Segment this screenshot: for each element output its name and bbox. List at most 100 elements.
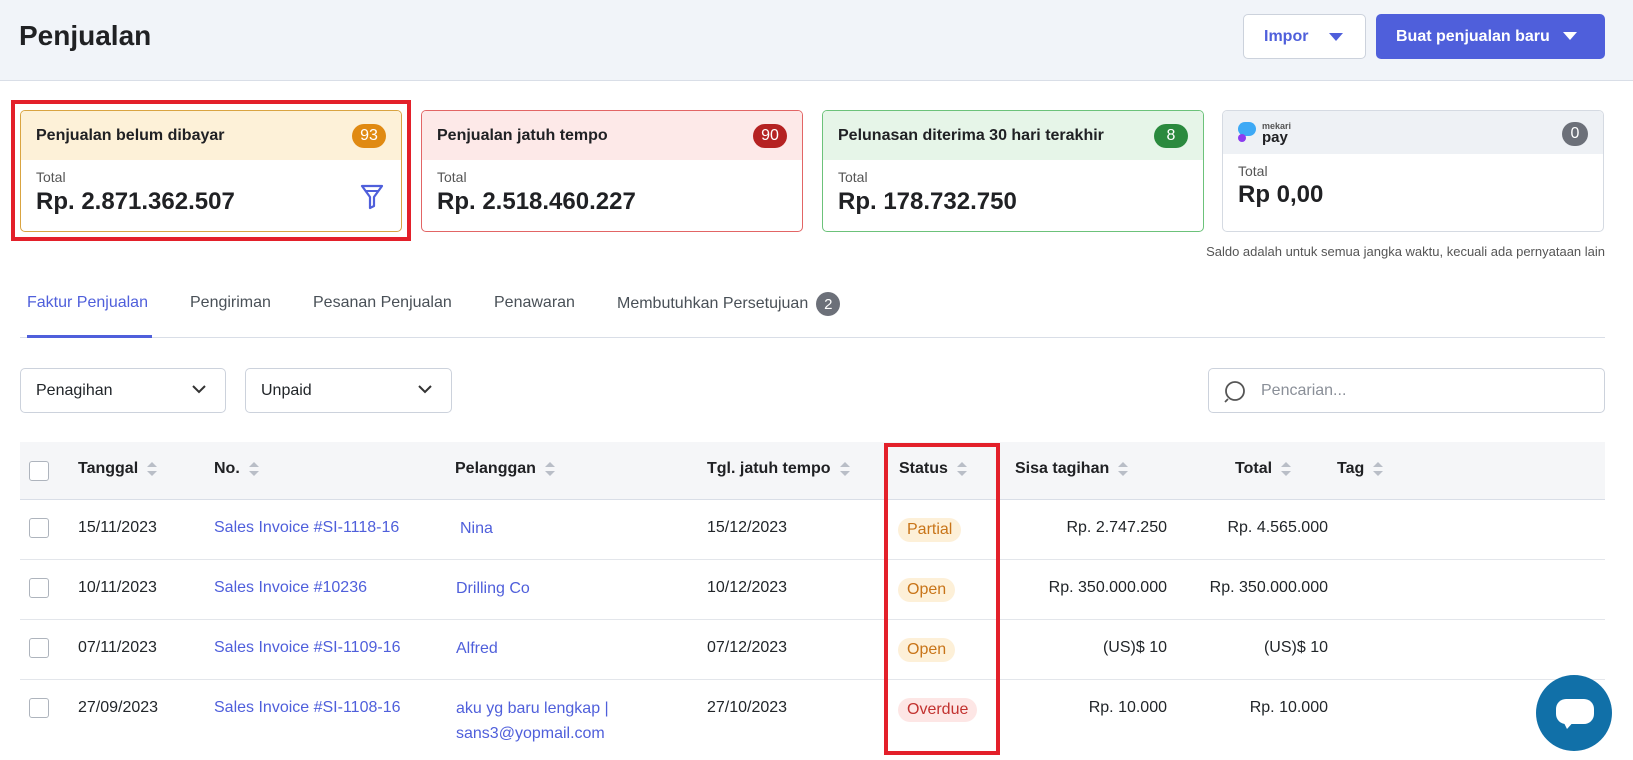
column-header-customer[interactable]: Pelanggan (455, 460, 555, 478)
card-total-label: Total (437, 169, 467, 185)
table-row[interactable]: 07/11/2023 Sales Invoice #SI-1109-16 Alf… (20, 620, 1605, 680)
sort-icon (839, 461, 850, 477)
sort-icon (1373, 461, 1384, 477)
table-header: Tanggal No. Pelanggan Tgl. jatuh tempo S… (20, 442, 1605, 500)
card-count-badge: 8 (1154, 124, 1188, 148)
card-count-badge: 0 (1562, 122, 1588, 146)
tab-quotation[interactable]: Penawaran (494, 294, 575, 312)
chat-button[interactable] (1536, 675, 1612, 751)
column-header-date[interactable]: Tanggal (78, 460, 158, 478)
tab-shipping[interactable]: Pengiriman (190, 294, 271, 312)
row-total: Rp. 10.000 (1249, 699, 1328, 716)
type-filter-select[interactable]: Penagihan (20, 368, 226, 413)
status-filter-select[interactable]: Unpaid (245, 368, 452, 413)
summary-card-mekari-pay[interactable]: mekari pay 0 Total Rp 0,00 (1222, 110, 1604, 232)
caret-down-icon (1329, 33, 1343, 41)
row-due-date: 15/12/2023 (707, 519, 788, 536)
card-title: Penjualan jatuh tempo (437, 126, 608, 144)
new-sale-button-label: Buat penjualan baru (1396, 27, 1550, 45)
row-balance: Rp. 350.000.000 (1048, 579, 1167, 596)
card-total-label: Total (36, 169, 66, 185)
row-balance: Rp. 10.000 (1088, 699, 1167, 716)
card-total-label: Total (1238, 163, 1268, 179)
row-due-date: 10/12/2023 (707, 579, 788, 596)
row-customer-link[interactable]: Nina (460, 520, 493, 538)
import-button[interactable]: Impor (1243, 14, 1366, 59)
row-invoice-link[interactable]: Sales Invoice #SI-1109-16 (214, 639, 400, 657)
card-total-value: Rp. 2.871.362.507 (36, 188, 235, 215)
row-checkbox[interactable] (29, 698, 49, 718)
row-due-date: 27/10/2023 (707, 699, 788, 716)
tab-needs-approval-label: Membutuhkan Persetujuan (617, 295, 809, 313)
mekari-logo-icon (1238, 122, 1258, 144)
row-balance: Rp. 2.747.250 (1066, 519, 1167, 536)
summary-card-due[interactable]: Penjualan jatuh tempo 90 Total Rp. 2.518… (421, 110, 803, 232)
row-date: 10/11/2023 (78, 579, 157, 596)
status-badge: Partial (898, 518, 962, 542)
sort-icon (1281, 461, 1292, 477)
page-title: Penjualan (19, 20, 152, 51)
import-button-label: Impor (1264, 27, 1309, 45)
row-invoice-link[interactable]: Sales Invoice #SI-1118-16 (214, 519, 399, 537)
row-date: 07/11/2023 (78, 639, 157, 656)
select-all-checkbox[interactable] (29, 461, 49, 481)
row-checkbox[interactable] (29, 578, 49, 598)
balance-note: Saldo adalah untuk semua jangka waktu, k… (1206, 244, 1605, 259)
card-total-value: Rp. 2.518.460.227 (437, 188, 636, 215)
mekari-pay-logo: mekari pay (1238, 121, 1291, 145)
table-row[interactable]: 27/09/2023 Sales Invoice #SI-1108-16 aku… (20, 680, 1605, 760)
status-badge: Open (898, 578, 956, 602)
type-filter-value: Penagihan (36, 381, 113, 399)
column-header-total[interactable]: Total (1235, 460, 1292, 478)
tab-needs-approval[interactable]: Membutuhkan Persetujuan 2 (617, 292, 841, 316)
row-checkbox[interactable] (29, 638, 49, 658)
search-input[interactable] (1261, 379, 1591, 403)
tab-bar: Faktur Penjualan Pengiriman Pesanan Penj… (20, 286, 1605, 338)
row-customer-email-link[interactable]: sans3@yopmail.com (456, 725, 605, 743)
row-total: Rp. 4.565.000 (1227, 519, 1328, 536)
column-header-status[interactable]: Status (899, 460, 967, 478)
row-balance: (US)$ 10 (1102, 639, 1167, 656)
caret-down-icon (1563, 32, 1577, 40)
row-customer-link[interactable]: Alfred (456, 640, 498, 658)
approval-count-badge: 2 (816, 292, 841, 316)
table-row[interactable]: 10/11/2023 Sales Invoice #10236 Drilling… (20, 560, 1605, 620)
sort-icon (248, 461, 259, 477)
sort-icon (544, 461, 555, 477)
card-count-badge: 90 (753, 124, 787, 148)
tab-sales-invoice[interactable]: Faktur Penjualan (27, 294, 148, 312)
chevron-down-icon (418, 385, 432, 394)
table-row[interactable]: 15/11/2023 Sales Invoice #SI-1118-16 Nin… (20, 500, 1605, 560)
row-customer-link[interactable]: aku yg baru lengkap | (456, 700, 609, 718)
search-icon (1224, 381, 1245, 403)
summary-card-unpaid[interactable]: Penjualan belum dibayar 93 Total Rp. 2.8… (20, 110, 402, 232)
sort-icon (956, 461, 967, 477)
column-header-due-date[interactable]: Tgl. jatuh tempo (707, 460, 850, 478)
tab-sales-order[interactable]: Pesanan Penjualan (313, 294, 452, 312)
chevron-down-icon (192, 385, 206, 394)
status-filter-value: Unpaid (261, 381, 312, 399)
active-tab-indicator (27, 335, 152, 338)
row-due-date: 07/12/2023 (707, 639, 788, 656)
mekari-logo-big-text: pay (1262, 129, 1288, 146)
row-customer-link[interactable]: Drilling Co (456, 580, 530, 598)
summary-card-payments-received[interactable]: Pelunasan diterima 30 hari terakhir 8 To… (822, 110, 1204, 232)
row-invoice-link[interactable]: Sales Invoice #10236 (214, 579, 367, 597)
sort-icon (147, 461, 158, 477)
card-title: Pelunasan diterima 30 hari terakhir (838, 126, 1104, 144)
card-total-value: Rp 0,00 (1238, 181, 1324, 208)
row-invoice-link[interactable]: Sales Invoice #SI-1108-16 (214, 699, 400, 717)
column-header-balance[interactable]: Sisa tagihan (1015, 460, 1129, 478)
card-total-label: Total (838, 169, 868, 185)
sort-icon (1118, 461, 1129, 477)
row-total: (US)$ 10 (1263, 639, 1328, 656)
column-header-number[interactable]: No. (214, 460, 259, 478)
filter-icon[interactable] (359, 183, 385, 211)
row-total: Rp. 350.000.000 (1209, 579, 1328, 596)
search-box (1208, 368, 1605, 413)
row-checkbox[interactable] (29, 518, 49, 538)
top-bar: Penjualan Impor Buat penjualan baru (0, 0, 1633, 81)
column-header-tag[interactable]: Tag (1337, 460, 1384, 478)
new-sale-button[interactable]: Buat penjualan baru (1376, 14, 1605, 59)
row-date: 27/09/2023 (78, 699, 159, 716)
